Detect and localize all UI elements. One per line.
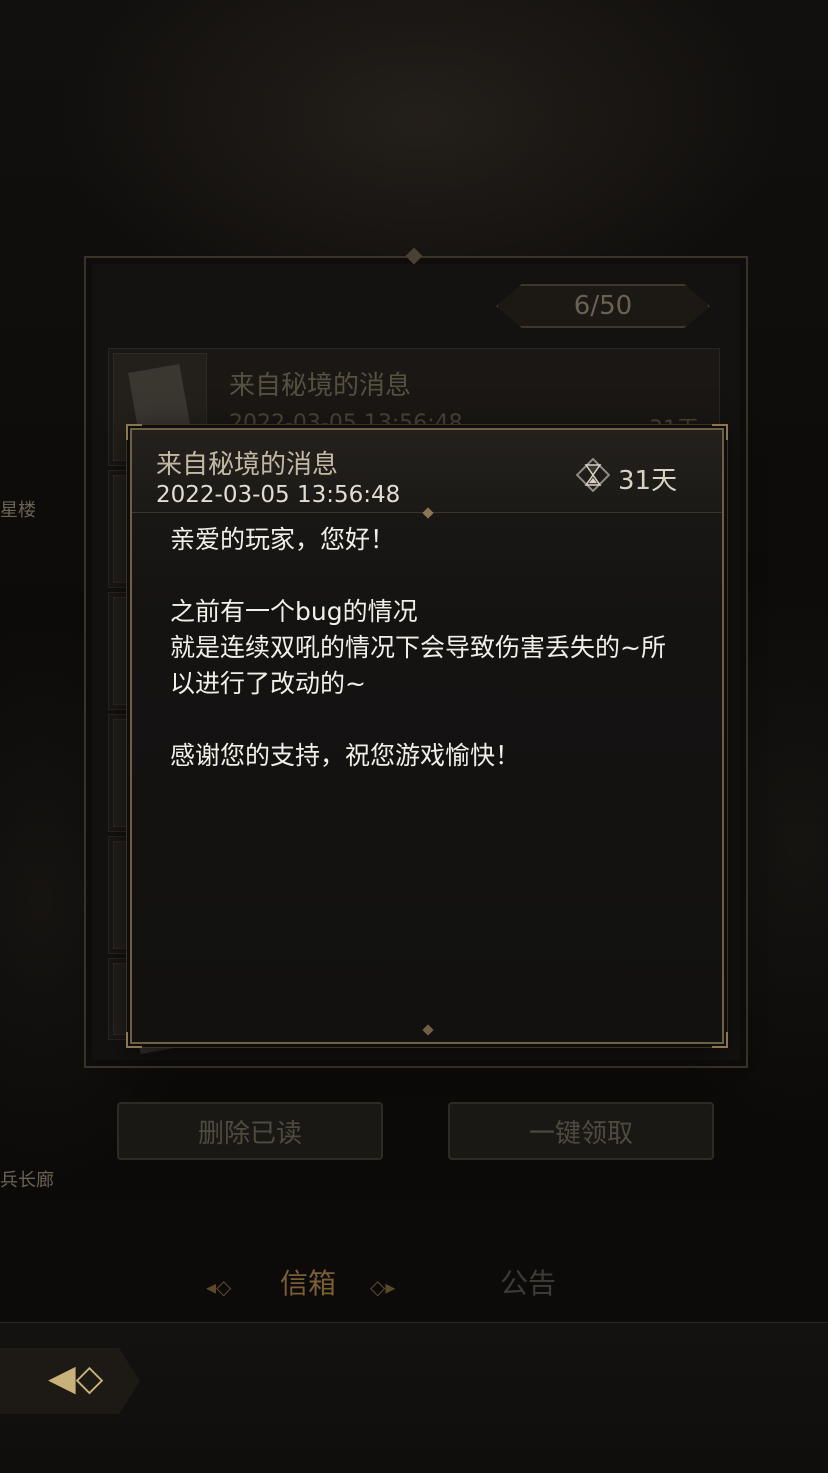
tab-mailbox[interactable]: 信箱 bbox=[280, 1262, 336, 1302]
mail-counter: 6/50 bbox=[496, 284, 710, 328]
tab-right-ornament: ◇▸ bbox=[370, 1275, 396, 1299]
message-header: 来自秘境的消息 2022-03-05 13:56:48 31天 bbox=[132, 430, 722, 519]
dialog-bottom-ornament bbox=[422, 1024, 434, 1036]
tab-announcement[interactable]: 公告 bbox=[500, 1262, 556, 1302]
dialog-corner bbox=[712, 1032, 728, 1048]
side-label-corridor[interactable]: 兵长廊 bbox=[0, 1166, 54, 1192]
message-date: 2022-03-05 13:56:48 bbox=[156, 482, 401, 508]
tab-left-ornament: ◂◇ bbox=[206, 1275, 232, 1299]
side-label-star-tower[interactable]: 星楼 bbox=[0, 496, 36, 522]
message-title: 来自秘境的消息 bbox=[156, 450, 339, 480]
message-dialog: 来自秘境的消息 2022-03-05 13:56:48 31天 亲爱的玩家，您好… bbox=[126, 424, 728, 1048]
mail-item-title: 来自秘境的消息 bbox=[229, 371, 412, 401]
message-body: 亲爱的玩家，您好！ 之前有一个bug的情况 就是连续双吼的情况下会导致伤害丢失的… bbox=[170, 525, 666, 770]
dialog-corner bbox=[126, 1032, 142, 1048]
header-divider-ornament bbox=[422, 507, 434, 519]
claim-all-button[interactable]: 一键领取 bbox=[448, 1102, 714, 1160]
message-expire: 31天 bbox=[618, 466, 678, 496]
back-arrow-icon[interactable]: ◀◇ bbox=[48, 1358, 103, 1399]
delete-read-button[interactable]: 删除已读 bbox=[117, 1102, 383, 1160]
hourglass-icon bbox=[576, 458, 610, 492]
